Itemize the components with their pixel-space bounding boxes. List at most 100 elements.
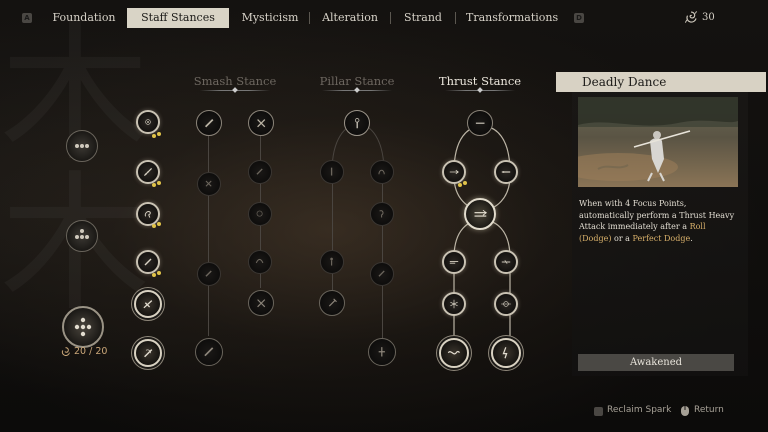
skill-node[interactable] [136,110,160,134]
return-button[interactable]: Return [694,405,724,415]
thrust-connector-arcs [453,125,511,350]
smash-skill-node[interactable] [248,250,272,274]
smash-skill-node[interactable] [248,160,272,184]
thrust-burst-icon [450,299,458,309]
skill-title: Deadly Dance [556,72,766,92]
thrust-icon [449,260,459,264]
tab-foundation[interactable]: Foundation [48,8,120,28]
pillar-icon [331,168,333,176]
background-calligraphy: 木木 [0,20,150,320]
staff-spin-icon [143,348,153,358]
pillar-skill-node[interactable] [320,250,344,274]
thrust-icon [449,169,459,175]
pillar-icon [330,258,334,266]
pillar-icon [379,210,384,218]
focus-orb-1[interactable] [66,130,98,162]
thrust-icon [475,122,485,124]
highlight-perfect-dodge: Perfect Dodge [632,233,691,243]
smash-skill-node[interactable] [248,202,272,226]
prev-tab-key-hint: A [22,13,32,23]
thrust-spiral-icon [448,351,461,355]
pillar-icon [378,170,386,175]
pillar-skill-node[interactable] [368,338,396,366]
thrust-skill-node[interactable] [491,338,521,368]
pillar-icon [378,270,386,278]
pillar-icon [378,347,386,357]
tab-mysticism[interactable]: Mysticism [238,8,302,28]
thrust-icon [474,209,487,217]
pillar-icon [354,117,360,129]
skill-preview-scene [578,97,738,187]
smash-icon [256,259,264,264]
swirl-icon [144,211,151,218]
thrust-skill-node[interactable] [439,338,469,368]
thrust-icon [501,171,511,173]
smash-skill-node[interactable] [248,290,274,316]
skill-description-text: . [690,233,693,243]
pillar-skill-node[interactable] [344,110,370,136]
pillar-icon [328,298,337,307]
reclaim-spark-button[interactable]: Reclaim Spark [607,405,671,415]
spark-count: 30 [702,12,715,23]
tab-transformations[interactable]: Transformations [466,8,558,28]
thrust-skill-node[interactable] [442,250,466,274]
thrust-skill-node[interactable] [494,250,518,274]
smash-icon [257,211,263,217]
thrust-skill-node[interactable] [442,292,466,316]
skill-node[interactable] [134,339,162,367]
focus-icon [145,119,151,125]
thrust-skill-node[interactable] [494,160,518,184]
smash-skill-node[interactable] [196,110,222,136]
next-tab-key-hint: D [574,13,584,23]
thrust-skill-node[interactable] [494,292,518,316]
smash-skill-node[interactable] [248,110,274,136]
pillar-skill-node[interactable] [370,202,394,226]
tab-strand[interactable]: Strand [398,8,448,28]
staff-icon [204,347,214,357]
thrust-target-icon [501,301,511,307]
smash-icon [256,168,264,176]
spark-icon [684,11,698,23]
smash-skill-node[interactable] [195,338,223,366]
smash-icon [205,180,213,188]
tab-staff-stances[interactable]: Staff Stances [127,8,229,28]
focus-orb-2[interactable] [66,220,98,252]
skill-description-text: or a [611,233,633,243]
smash-skill-node[interactable] [197,262,221,286]
top-nav: A Foundation Staff Stances Mysticism Alt… [0,0,768,36]
staff-icon [143,167,153,177]
pillar-skill-node[interactable] [320,160,344,184]
thrust-skill-node[interactable] [467,110,493,136]
smash-icon [205,270,213,278]
staff-icon [144,258,152,266]
upgrade-dots [152,222,164,228]
pillar-stance-title: Pillar Stance [297,74,417,91]
smash-connector [208,136,209,336]
pillar-stance-label: Pillar Stance [319,74,395,88]
upgrade-dots [152,271,164,277]
skill-description-text: When with 4 Focus Points, automatically … [579,199,735,231]
focus-points-label: 20 / 20 [74,346,108,357]
title-underline [200,90,270,91]
title-underline [322,90,392,91]
smash-skill-node[interactable] [197,172,221,196]
thrust-flash-icon [502,347,508,359]
focus-orb-3[interactable] [62,306,104,348]
pillar-skill-node[interactable] [370,262,394,286]
skill-preview-image [578,97,738,187]
upgrade-dots [152,132,164,138]
staff-icon [204,118,214,128]
skill-node[interactable] [134,290,162,318]
cross-staff-icon [256,118,266,128]
pillar-skill-node[interactable] [319,290,345,316]
tab-alteration[interactable]: Alteration [318,8,382,28]
title-underline [445,90,515,91]
strike-icon [143,299,153,309]
pillar-skill-node[interactable] [370,160,394,184]
smash-stance-title: Smash Stance [175,74,295,91]
tab-divider [455,12,456,24]
focus-orb-icon [75,229,89,239]
thrust-stance-title: Thrust Stance [420,74,540,91]
reclaim-key-hint [594,407,603,416]
deadly-dance-node[interactable] [464,198,496,230]
